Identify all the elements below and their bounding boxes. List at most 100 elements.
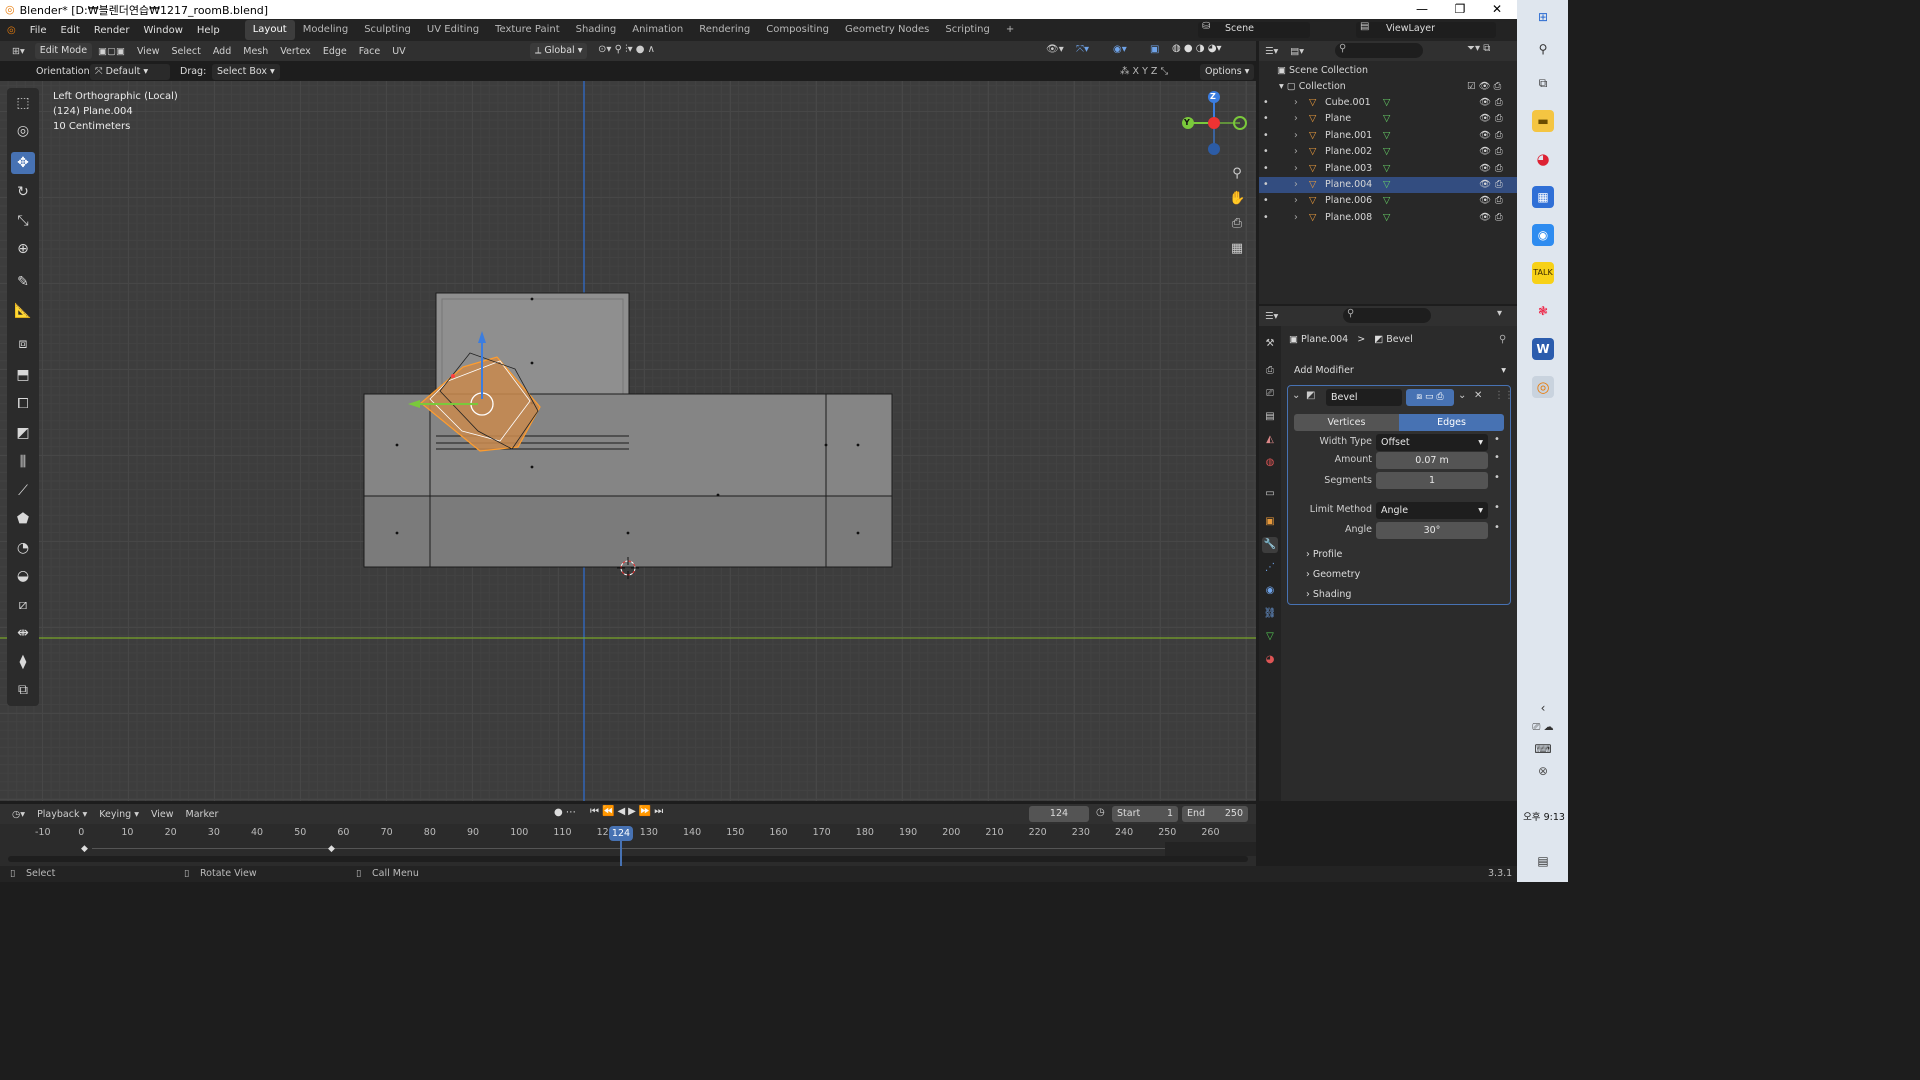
keyframe-dot-icon[interactable]: • — [1494, 522, 1500, 533]
camera-render-icon[interactable]: ⎙ — [1495, 128, 1503, 144]
menu-uv[interactable]: UV — [386, 46, 411, 57]
pin-icon[interactable]: ⚲ — [1499, 334, 1506, 345]
annotate-tool-icon[interactable]: ✎ — [11, 271, 35, 293]
inset-tool-icon[interactable]: ⧠ — [11, 393, 35, 415]
outliner-item[interactable]: • › ▽ Cube.001 ▽ 👁 ⎙ — [1259, 95, 1517, 111]
mesh-data-icon[interactable]: ▽ — [1383, 210, 1390, 226]
notification-close-icon[interactable]: ⊗ — [1532, 760, 1554, 782]
tab-texture-paint[interactable]: Texture Paint — [487, 20, 568, 40]
spin-tool-icon[interactable]: ◔ — [11, 537, 35, 559]
outliner-item[interactable]: • › ▽ Plane.001 ▽ 👁 ⎙ — [1259, 128, 1517, 144]
render-tab-icon[interactable]: ⎙ — [1262, 363, 1278, 379]
tab-geometry-nodes[interactable]: Geometry Nodes — [837, 20, 937, 40]
segments-field[interactable]: 1 — [1376, 472, 1488, 489]
options-dropdown[interactable]: Options ▾ — [1200, 64, 1255, 80]
constraints-tab-icon[interactable]: ⛓ — [1262, 606, 1278, 622]
menu-vertex[interactable]: Vertex — [274, 46, 317, 57]
outliner-item[interactable]: • › ▽ Plane ▽ 👁 ⎙ — [1259, 111, 1517, 127]
orientation-selector[interactable]: ⤧ Default ▾ — [90, 64, 170, 80]
camera-render-icon[interactable]: ⎙ — [1495, 177, 1503, 193]
object-dot-icon[interactable]: • — [1263, 193, 1269, 209]
keyframe-icon[interactable]: ◆ — [328, 844, 335, 854]
material-tab-icon[interactable]: ◕ — [1262, 652, 1278, 668]
eye-icon[interactable]: 👁 — [1479, 144, 1491, 160]
eye-icon[interactable]: 👁 — [1479, 193, 1491, 209]
mesh-data-icon[interactable]: ▽ — [1383, 128, 1390, 144]
object-dot-icon[interactable]: • — [1263, 177, 1269, 193]
object-dot-icon[interactable]: • — [1263, 111, 1269, 127]
keyframe-dot-icon[interactable]: • — [1494, 434, 1500, 445]
timeline-editor-icon[interactable]: ◷▾ — [6, 809, 31, 820]
select-box-icon[interactable]: ⬚ — [11, 92, 35, 114]
outliner-item[interactable]: • › ▽ Plane.003 ▽ 👁 ⎙ — [1259, 161, 1517, 177]
tab-modeling[interactable]: Modeling — [295, 20, 357, 40]
tool-tab-icon[interactable]: ⚒ — [1262, 336, 1278, 352]
camera-render-icon[interactable]: ⎙ — [1495, 95, 1503, 111]
rotate-tool-icon[interactable]: ↻ — [11, 181, 35, 203]
timeline-view-menu[interactable]: View — [145, 809, 180, 820]
modifier-tab-icon[interactable]: 🔧 — [1262, 537, 1278, 553]
current-frame-field[interactable]: 124 — [1029, 806, 1089, 822]
timeline-area[interactable]: -10 0 10 20 30 40 50 60 70 80 90 100 110 120 130 140 150… — [0, 824, 1256, 866]
display-mode-icon[interactable]: ▤▾ — [1284, 46, 1310, 57]
extrude-tool-icon[interactable]: ⬒ — [11, 364, 35, 386]
object-dot-icon[interactable]: • — [1263, 161, 1269, 177]
mesh-data-icon[interactable]: ▽ — [1383, 95, 1390, 111]
object-dot-icon[interactable]: • — [1263, 128, 1269, 144]
viewport-scene[interactable] — [0, 81, 1256, 801]
eye-icon[interactable]: 👁 — [1479, 210, 1491, 226]
calculator-icon[interactable]: ▦ — [1532, 186, 1554, 208]
drag-selector[interactable]: Select Box ▾ — [212, 64, 280, 80]
view-layer-tab-icon[interactable]: ▤ — [1262, 409, 1278, 425]
outliner-item[interactable]: • › ▽ Plane.004 ▽ 👁 ⎙ — [1259, 177, 1517, 193]
app-red-dot-icon[interactable]: ◉ — [1532, 224, 1554, 246]
edge-slide-tool-icon[interactable]: ⧄ — [11, 594, 35, 616]
playhead-frame[interactable]: 124 — [609, 826, 633, 841]
rip-tool-icon[interactable]: ⧉ — [11, 679, 35, 701]
playhead-line[interactable] — [620, 838, 622, 866]
profile-subpanel[interactable]: › Profile — [1306, 549, 1342, 560]
tab-compositing[interactable]: Compositing — [758, 20, 837, 40]
measure-tool-icon[interactable]: 📐 — [11, 300, 35, 322]
add-cube-tool-icon[interactable]: ⧈ — [11, 333, 35, 355]
remove-modifier-icon[interactable]: ✕ — [1474, 390, 1482, 401]
outliner-editor-icon[interactable]: ☰▾ — [1259, 46, 1284, 57]
overlay-toggle-icon[interactable]: ◉▾ — [1113, 44, 1127, 55]
timeline-scrollbar[interactable] — [8, 856, 1248, 862]
blender-taskbar-icon[interactable]: ◎ — [1532, 376, 1554, 398]
modifier-dropdown-icon[interactable]: ⌄ — [1458, 390, 1466, 401]
menu-select[interactable]: Select — [166, 46, 207, 57]
word-icon[interactable]: W — [1532, 338, 1554, 360]
camera-render-icon[interactable]: ⎙ — [1495, 210, 1503, 226]
geometry-subpanel[interactable]: › Geometry — [1306, 569, 1360, 580]
data-tab-icon[interactable]: ▽ — [1262, 629, 1278, 645]
view-layer-selector[interactable]: ViewLayer — [1386, 23, 1435, 34]
preview-range-icon[interactable]: ◷ — [1096, 807, 1105, 818]
record-icon[interactable]: ● ⋯ — [554, 807, 576, 818]
mesh-data-icon[interactable]: ▽ — [1383, 193, 1390, 209]
marker-menu[interactable]: Marker — [180, 809, 225, 820]
menu-edit[interactable]: Edit — [53, 25, 86, 36]
kakaotalk-icon[interactable]: TALK — [1532, 262, 1554, 284]
expand-arrow-icon[interactable]: › — [1294, 128, 1298, 144]
shading-modes-icon[interactable]: ◍ ● ◑ ◕▾ — [1172, 43, 1221, 54]
shading-subpanel[interactable]: › Shading — [1306, 589, 1351, 600]
tab-rendering[interactable]: Rendering — [691, 20, 758, 40]
menu-window[interactable]: Window — [136, 25, 189, 36]
windows-start-icon[interactable]: ⊞ — [1532, 6, 1554, 28]
expand-arrow-icon[interactable]: › — [1294, 111, 1298, 127]
collapse-arrow-icon[interactable]: ⌄ — [1292, 390, 1300, 401]
properties-editor-icon[interactable]: ☰▾ — [1259, 311, 1284, 322]
search-icon[interactable]: ⚲ — [1532, 38, 1554, 60]
tab-scripting[interactable]: Scripting — [937, 20, 997, 40]
menu-add[interactable]: Add — [207, 46, 237, 57]
gizmo-toggle-icon[interactable]: ⤧▾ — [1076, 44, 1089, 55]
select-mode-icons[interactable]: ▣▢▣ — [92, 46, 131, 57]
ortho-grid-icon[interactable]: ▦ — [1229, 236, 1245, 261]
angle-field[interactable]: 30° — [1376, 522, 1488, 539]
limit-method-dropdown[interactable]: Angle ▾ — [1376, 502, 1488, 519]
poly-build-tool-icon[interactable]: ⬟ — [11, 508, 35, 530]
menu-file[interactable]: File — [23, 25, 54, 36]
output-tab-icon[interactable]: ⎚ — [1262, 386, 1278, 402]
network-icon[interactable]: ⌨ — [1532, 738, 1554, 760]
